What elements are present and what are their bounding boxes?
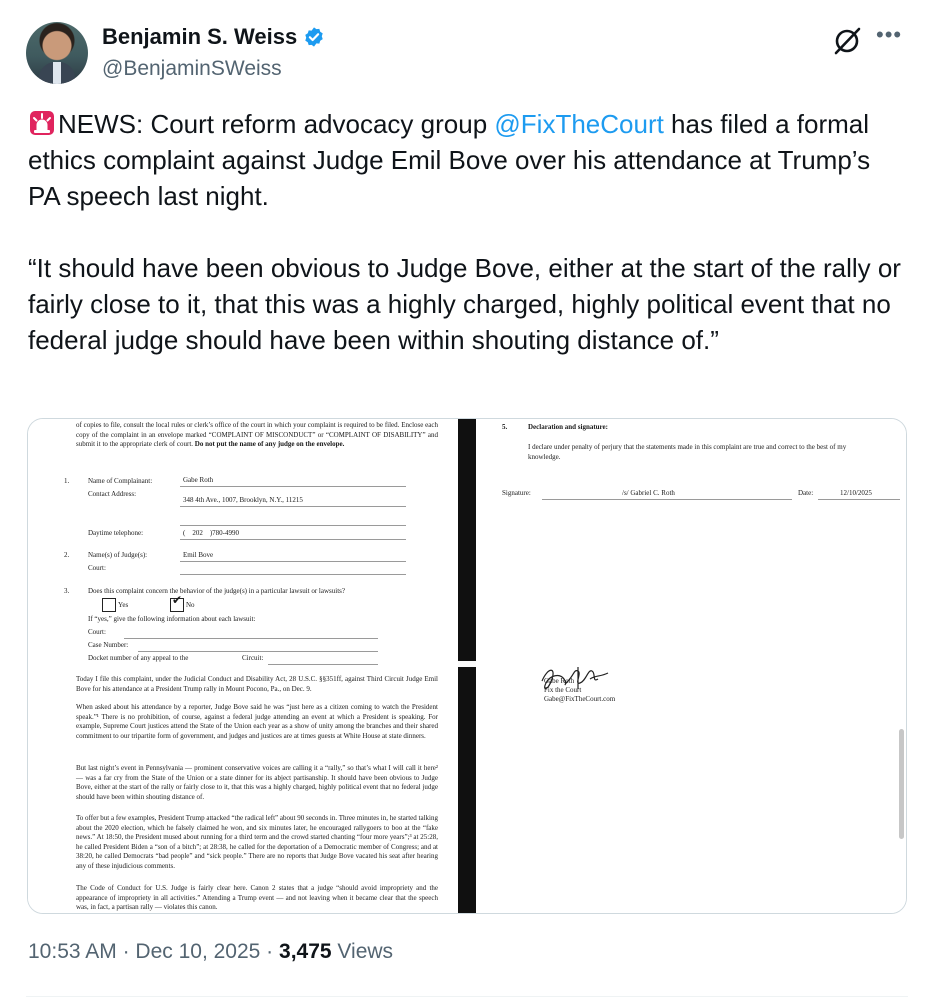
- doc-phone-value: ( 202 )780-4990: [183, 529, 239, 537]
- doc-address-value: 348 4th Ave., 1007, Brooklyn, N.Y., 1121…: [183, 496, 303, 504]
- doc-line: [180, 525, 406, 526]
- author-handle[interactable]: @BenjaminSWeiss: [102, 57, 282, 81]
- tweet-date[interactable]: Dec 10, 2025: [135, 940, 260, 963]
- page-divider: [458, 419, 476, 913]
- more-icon[interactable]: •••: [876, 22, 902, 48]
- avatar[interactable]: [26, 22, 88, 84]
- doc-court-label: Court:: [88, 564, 106, 572]
- views-label: Views: [331, 940, 394, 963]
- doc-item3-num: 3.: [64, 587, 70, 595]
- doc-line: [180, 506, 406, 507]
- doc-paragraph-1: Today I file this complaint, under the J…: [76, 675, 438, 693]
- media-image[interactable]: of copies to file, consult the local rul…: [27, 418, 907, 914]
- doc-no-checkbox: ✔: [170, 593, 184, 612]
- doc-line: [268, 664, 378, 665]
- doc-docket-label: Docket number of any appeal to the: [88, 654, 189, 662]
- doc-declaration: I declare under penalty of perjury that …: [528, 443, 847, 461]
- doc-signature-value: /s/ Gabriel C. Roth: [622, 489, 675, 497]
- doc-intro: of copies to file, consult the local rul…: [76, 421, 438, 449]
- views-count[interactable]: 3,475: [279, 940, 332, 963]
- doc-line: [138, 651, 378, 652]
- author-name-row[interactable]: Benjamin S. Weiss: [102, 24, 325, 50]
- doc-line: [124, 638, 378, 639]
- doc-item1-num: 1.: [64, 477, 70, 485]
- divider-line: [26, 996, 908, 997]
- document-scrollbar[interactable]: [899, 729, 904, 839]
- doc-complainant-label: Name of Complainant:: [88, 477, 153, 485]
- doc-if-yes: If “yes,” give the following information…: [88, 615, 256, 623]
- grok-icon[interactable]: [832, 26, 862, 56]
- doc-line: [180, 561, 406, 562]
- doc-line: [180, 486, 406, 487]
- tweet-time[interactable]: 10:53 AM: [28, 940, 117, 963]
- doc-line: [180, 539, 406, 540]
- doc-item5-num: 5.: [502, 423, 508, 431]
- doc-court2-label: Court:: [88, 628, 106, 636]
- author-name[interactable]: Benjamin S. Weiss: [102, 24, 297, 50]
- doc-yes-checkbox: [102, 598, 116, 612]
- doc-case-number-label: Case Number:: [88, 641, 129, 649]
- tweet-text-part2: has filed a formal ethics complaint agai…: [28, 109, 901, 355]
- tweet-text: NEWS: Court reform advocacy group @FixTh…: [28, 106, 908, 358]
- document-page-left: of copies to file, consult the local rul…: [28, 419, 458, 913]
- avatar-shirt: [53, 62, 61, 84]
- doc-line: [818, 499, 900, 500]
- tweet-text-part1: NEWS: Court reform advocacy group: [58, 109, 495, 139]
- mention-link[interactable]: @FixTheCourt: [494, 109, 663, 139]
- doc-phone-label: Daytime telephone:: [88, 529, 144, 537]
- siren-emoji-icon: [30, 111, 54, 135]
- doc-yes-label: Yes: [118, 601, 129, 609]
- doc-date-value: 12/10/2025: [840, 489, 872, 497]
- doc-signer-email: Gabe@FixTheCourt.com: [544, 695, 616, 703]
- doc-item2-num: 2.: [64, 551, 70, 559]
- verified-badge-icon: [305, 27, 323, 47]
- document-page-right: 5. Declaration and signature: I declare …: [476, 419, 906, 913]
- doc-paragraph-5: The Code of Conduct for U.S. Judge is fa…: [76, 884, 438, 912]
- doc-date-label: Date:: [798, 489, 814, 497]
- doc-line: [180, 574, 406, 575]
- check-icon: ✔: [172, 593, 183, 607]
- doc-signature-label: Signature:: [502, 489, 531, 497]
- doc-line: [542, 499, 792, 500]
- doc-judge-value: Emil Bove: [183, 551, 214, 559]
- doc-item5-title: Declaration and signature:: [528, 423, 608, 431]
- doc-address-label: Contact Address:: [88, 490, 137, 498]
- doc-circuit-label: Circuit:: [242, 654, 264, 662]
- doc-no-label: No: [186, 601, 195, 609]
- doc-paragraph-4: To offer but a few examples, President T…: [76, 814, 438, 870]
- doc-judge-label: Name(s) of Judge(s):: [88, 551, 148, 559]
- doc-paragraph-3: But last night’s event in Pennsylvania —…: [76, 764, 438, 801]
- tweet-meta: 10:53 AM · Dec 10, 2025 · 3,475 Views: [28, 940, 394, 963]
- doc-q3: Does this complaint concern the behavior…: [88, 587, 345, 595]
- doc-paragraph-2: When asked about his attendance by a rep…: [76, 703, 438, 740]
- doc-complainant-value: Gabe Roth: [183, 476, 214, 484]
